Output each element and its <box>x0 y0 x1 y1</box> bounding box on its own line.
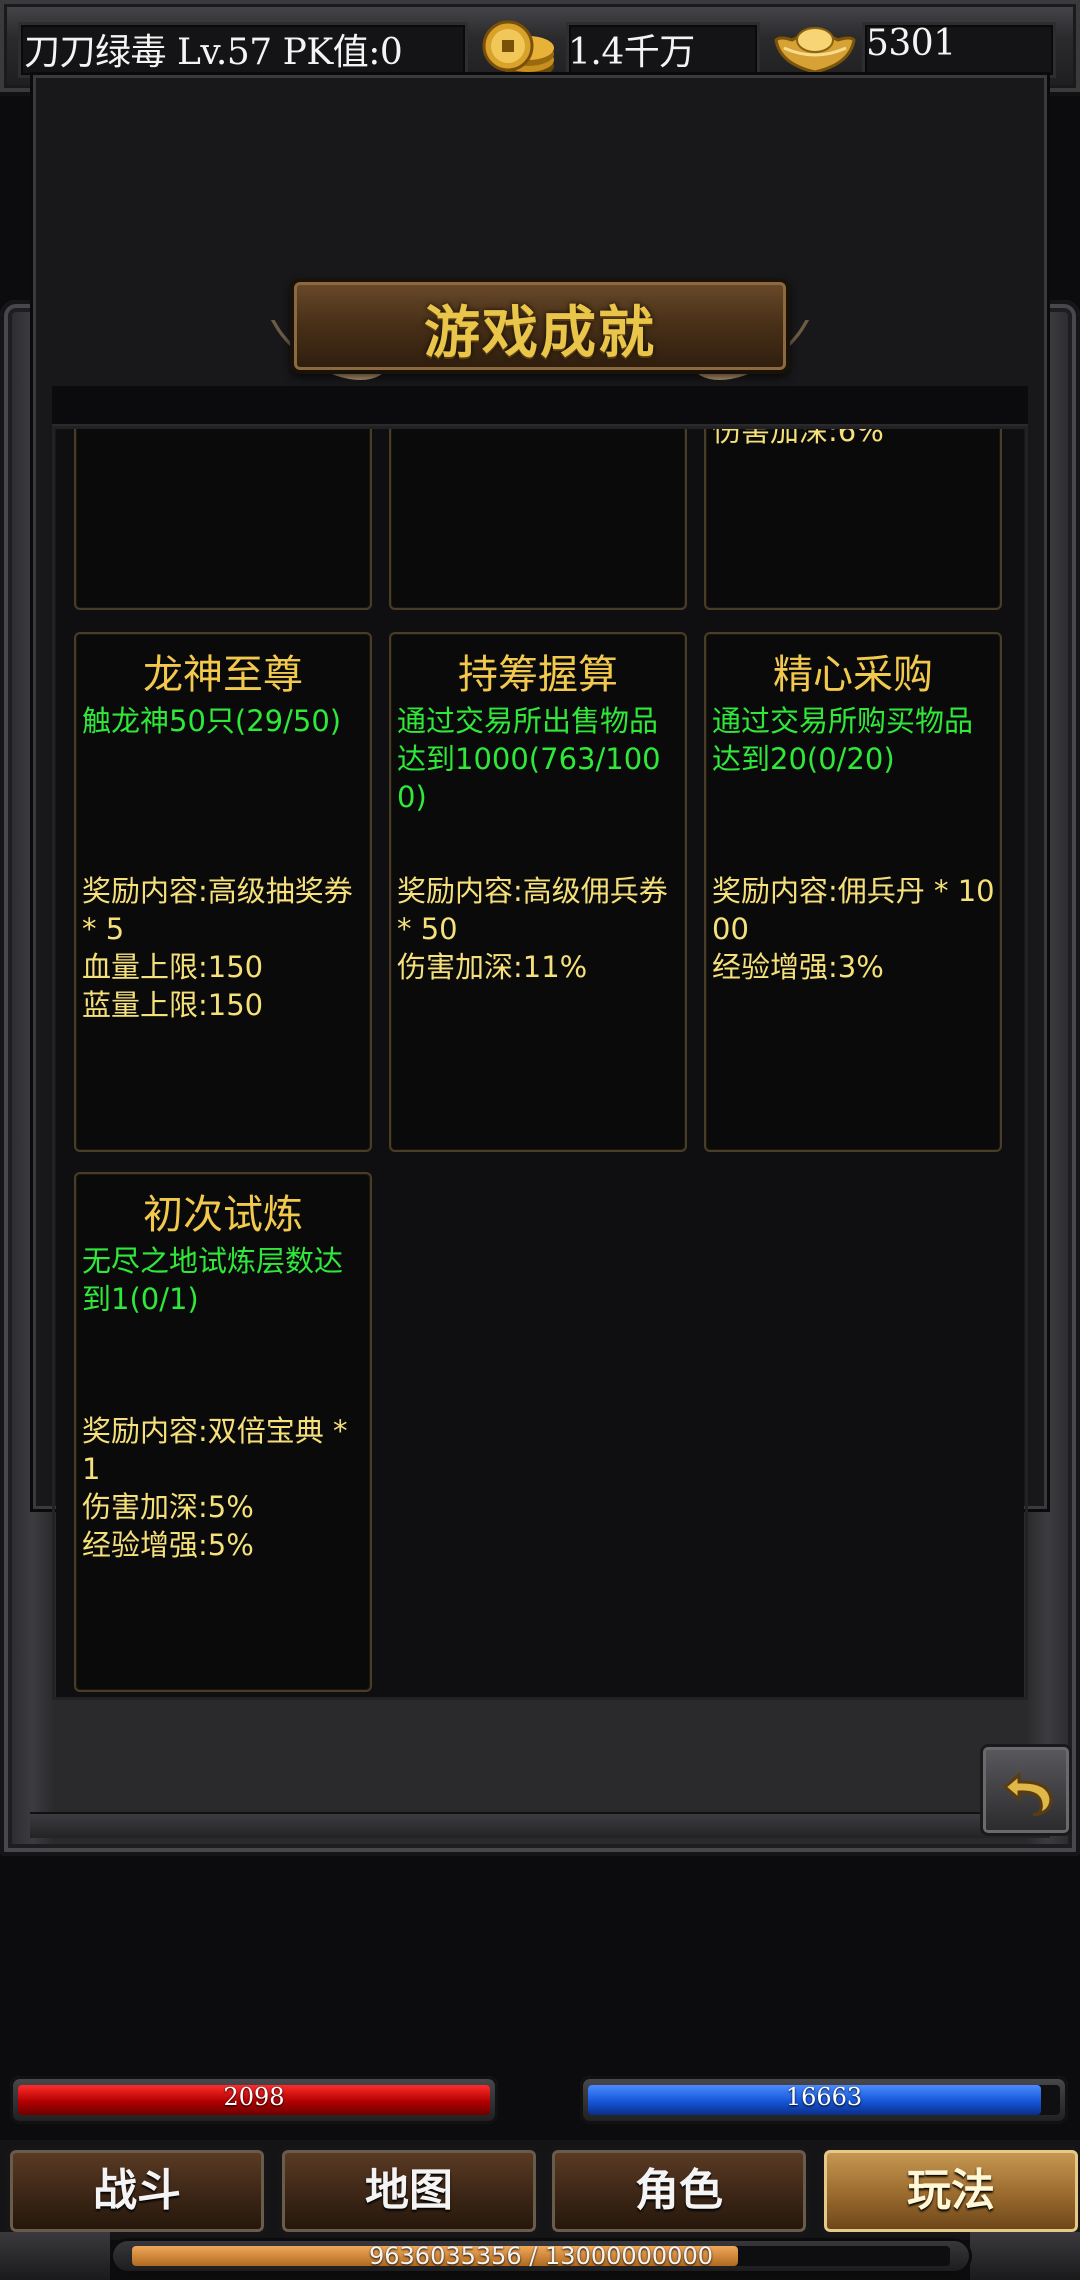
achievement-name: 龙神至尊 <box>143 652 303 698</box>
achievement-condition: 无尽之地试炼层数达到1(0/1) <box>82 1244 344 1316</box>
achievement-rewards: 奖励内容:高级抽奖券 * 5 血量上限:150 蓝量上限:150 <box>82 872 368 1024</box>
gold-amount: 1.4千万 <box>568 32 695 73</box>
exp-bar-ornament-left <box>0 2232 110 2280</box>
achievement-name: 初次试炼 <box>143 1192 303 1238</box>
nav-battle-button[interactable]: 战斗 <box>6 2146 268 2236</box>
reward-line: 伤害加深:6% <box>712 428 884 448</box>
gold-ingot-icon <box>774 27 856 74</box>
achievement-condition: 触龙神50只(29/50) <box>82 704 342 738</box>
hp-bar: 2098 <box>10 2076 498 2124</box>
panel-title: 游戏成就 <box>424 301 656 366</box>
reward-line: 奖励内容:佣兵丹 * 1000 <box>712 874 995 946</box>
reward-line: 血量上限:150 <box>82 950 264 984</box>
achievement-card: 初次试炼 无尽之地试炼层数达到1(0/1) 奖励内容:双倍宝典 * 1 伤害加深… <box>74 1172 372 1692</box>
achievement-condition: 通过交易所出售物品达到1000(763/1000) <box>397 704 661 814</box>
ingot-amount: 5301 <box>866 23 956 64</box>
mp-bar: 16663 <box>580 2076 1068 2124</box>
reward-line: 蓝量上限:150 <box>82 988 264 1022</box>
reward-line: 奖励内容:高级抽奖券 * 5 <box>82 874 353 946</box>
reward-line: 经验增强:3% <box>712 950 884 984</box>
exp-bar: 9636035356 / 13000000000 <box>110 2238 972 2274</box>
panel-bottom-strip <box>30 1812 1050 1838</box>
achievement-card-partial-2 <box>389 428 687 610</box>
reward-line: 奖励内容:高级佣兵券 * 50 <box>397 874 668 946</box>
reward-line: 奖励内容:双倍宝典 * 1 <box>82 1414 348 1486</box>
nav-character-button[interactable]: 角色 <box>548 2146 810 2236</box>
nav-gameplay-button[interactable]: 玩法 <box>820 2146 1080 2236</box>
back-arrow-icon <box>1002 1771 1053 1817</box>
exp-bar-ornament-right <box>970 2232 1080 2280</box>
achievement-name: 持筹握算 <box>458 652 618 698</box>
player-info: 刀刀绿毒 Lv.57 PK值:0 <box>24 32 403 73</box>
hp-value: 2098 <box>223 2083 285 2111</box>
back-button[interactable] <box>980 1744 1072 1836</box>
achievement-card-partial-1 <box>74 428 372 610</box>
list-header-strip <box>52 386 1028 426</box>
reward-line: 伤害加深:5% <box>82 1490 254 1524</box>
achievement-name: 精心采购 <box>773 652 933 698</box>
achievement-list[interactable]: 伤害加深:6% 龙神至尊 触龙神50只(29/50) 奖励内容:高级抽奖券 * … <box>56 428 1024 1698</box>
exp-value: 9636035356 / 13000000000 <box>368 2242 713 2270</box>
achievement-card-partial-3: 伤害加深:6% <box>704 428 1002 610</box>
reward-line: 伤害加深:11% <box>397 950 588 984</box>
achievement-card: 龙神至尊 触龙神50只(29/50) 奖励内容:高级抽奖券 * 5 血量上限:1… <box>74 632 372 1152</box>
achievement-rewards: 奖励内容:高级佣兵券 * 50 伤害加深:11% <box>397 872 683 986</box>
reward-line: 经验增强:5% <box>82 1528 254 1562</box>
achievement-rewards: 奖励内容:佣兵丹 * 1000 经验增强:3% <box>712 872 998 986</box>
bottom-nav: 战斗 地图 角色 玩法 <box>0 2140 1080 2240</box>
mp-value: 16663 <box>785 2083 863 2111</box>
achievement-card: 持筹握算 通过交易所出售物品达到1000(763/1000) 奖励内容:高级佣兵… <box>389 632 687 1152</box>
nav-map-button[interactable]: 地图 <box>278 2146 540 2236</box>
achievement-condition: 通过交易所购买物品达到20(0/20) <box>712 704 974 776</box>
achievement-rewards: 奖励内容:双倍宝典 * 1 伤害加深:5% 经验增强:5% <box>82 1412 368 1564</box>
achievement-card: 精心采购 通过交易所购买物品达到20(0/20) 奖励内容:佣兵丹 * 1000… <box>704 632 1002 1152</box>
